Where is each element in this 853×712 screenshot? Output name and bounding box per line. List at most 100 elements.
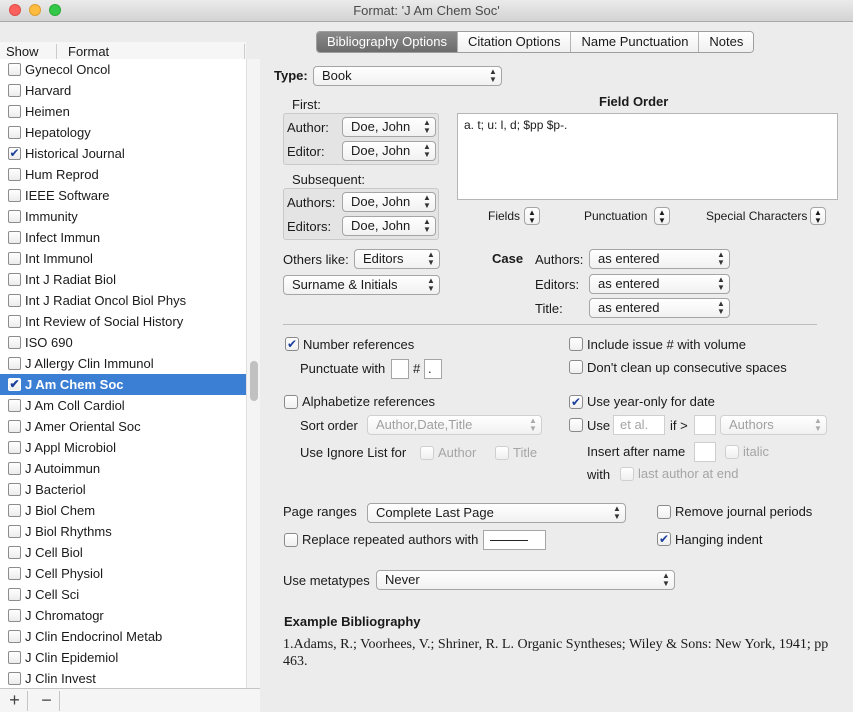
- include-issue-checkbox[interactable]: [569, 337, 583, 351]
- special-characters-dropdown[interactable]: ▲ ▼: [810, 207, 826, 225]
- insert-after-name-field[interactable]: [694, 442, 716, 462]
- remove-format-button[interactable]: −: [34, 691, 60, 711]
- show-format-checkbox[interactable]: [8, 189, 21, 202]
- show-format-checkbox[interactable]: [8, 525, 21, 538]
- show-format-checkbox[interactable]: [8, 630, 21, 643]
- show-format-checkbox[interactable]: [8, 105, 21, 118]
- show-format-checkbox[interactable]: [8, 315, 21, 328]
- list-item[interactable]: J Clin Endocrinol Metab: [0, 626, 246, 647]
- show-format-checkbox[interactable]: [8, 357, 21, 370]
- show-format-checkbox[interactable]: [8, 672, 21, 685]
- show-format-checkbox[interactable]: [8, 420, 21, 433]
- list-item[interactable]: J Appl Microbiol: [0, 437, 246, 458]
- list-item[interactable]: J Cell Biol: [0, 542, 246, 563]
- last-author-checkbox[interactable]: [620, 467, 634, 481]
- list-item[interactable]: Gynecol Oncol: [0, 59, 246, 80]
- list-item[interactable]: Harvard: [0, 80, 246, 101]
- show-format-checkbox[interactable]: [8, 273, 21, 286]
- show-format-checkbox[interactable]: [8, 546, 21, 559]
- scrollbar-thumb[interactable]: [250, 361, 258, 401]
- first-author-select[interactable]: Doe, John ▲ ▼: [342, 117, 436, 137]
- use-et-al-checkbox[interactable]: [569, 418, 583, 432]
- zoom-window-button[interactable]: [49, 4, 61, 16]
- if-greater-field[interactable]: [694, 415, 716, 435]
- et-al-authors-select[interactable]: Authors ▲ ▼: [720, 415, 827, 435]
- type-select[interactable]: Book ▲ ▼: [313, 66, 502, 86]
- dont-clean-spaces-checkbox[interactable]: [569, 360, 583, 374]
- column-header-format[interactable]: Format: [68, 44, 109, 59]
- fields-dropdown[interactable]: ▲ ▼: [524, 207, 540, 225]
- tab-notes[interactable]: Notes: [699, 32, 754, 52]
- show-format-checkbox[interactable]: [8, 462, 21, 475]
- list-item[interactable]: ISO 690: [0, 332, 246, 353]
- name-format-select[interactable]: Surname & Initials ▲ ▼: [283, 275, 440, 295]
- minimize-window-button[interactable]: [29, 4, 41, 16]
- list-item[interactable]: J Bacteriol: [0, 479, 246, 500]
- add-format-button[interactable]: +: [2, 691, 28, 711]
- punctuate-before-field[interactable]: [391, 359, 409, 379]
- sort-order-select[interactable]: Author,Date,Title ▲ ▼: [367, 415, 542, 435]
- show-format-checkbox[interactable]: [8, 504, 21, 517]
- ignore-title-checkbox[interactable]: [495, 446, 509, 460]
- show-format-checkbox[interactable]: [8, 210, 21, 223]
- replace-repeated-authors-field[interactable]: [483, 530, 546, 550]
- tab-name-punctuation[interactable]: Name Punctuation: [571, 32, 700, 52]
- list-item[interactable]: Int Review of Social History: [0, 311, 246, 332]
- show-format-checkbox[interactable]: ✔: [8, 378, 21, 391]
- list-item[interactable]: J Autoimmun: [0, 458, 246, 479]
- show-format-checkbox[interactable]: [8, 441, 21, 454]
- page-ranges-select[interactable]: Complete Last Page ▲ ▼: [367, 503, 626, 523]
- show-format-checkbox[interactable]: [8, 294, 21, 307]
- list-item[interactable]: J Clin Invest: [0, 668, 246, 689]
- close-window-button[interactable]: [9, 4, 21, 16]
- punctuation-dropdown[interactable]: ▲ ▼: [654, 207, 670, 225]
- alphabetize-checkbox[interactable]: [284, 395, 298, 409]
- et-al-field[interactable]: et al.: [613, 415, 665, 435]
- list-item[interactable]: Int Immunol: [0, 248, 246, 269]
- show-format-checkbox[interactable]: [8, 231, 21, 244]
- subsequent-editors-select[interactable]: Doe, John ▲ ▼: [342, 216, 436, 236]
- hanging-indent-checkbox[interactable]: ✔: [657, 532, 671, 546]
- others-like-select[interactable]: Editors ▲ ▼: [354, 249, 440, 269]
- use-metatypes-select[interactable]: Never ▲ ▼: [376, 570, 675, 590]
- punctuate-after-field[interactable]: .: [424, 359, 442, 379]
- remove-journal-periods-checkbox[interactable]: [657, 505, 671, 519]
- list-item[interactable]: IEEE Software: [0, 185, 246, 206]
- list-item[interactable]: ✔ J Am Chem Soc: [0, 374, 246, 395]
- list-item[interactable]: Immunity: [0, 206, 246, 227]
- list-item[interactable]: Int J Radiat Biol: [0, 269, 246, 290]
- list-item[interactable]: Hepatology: [0, 122, 246, 143]
- year-only-checkbox[interactable]: ✔: [569, 395, 583, 409]
- first-editor-select[interactable]: Doe, John ▲ ▼: [342, 141, 436, 161]
- ignore-author-checkbox[interactable]: [420, 446, 434, 460]
- list-item[interactable]: J Amer Oriental Soc: [0, 416, 246, 437]
- show-format-checkbox[interactable]: [8, 252, 21, 265]
- show-format-checkbox[interactable]: ✔: [8, 147, 21, 160]
- list-item[interactable]: Hum Reprod: [0, 164, 246, 185]
- show-format-checkbox[interactable]: [8, 399, 21, 412]
- number-references-checkbox[interactable]: ✔: [285, 337, 299, 351]
- list-item[interactable]: Infect Immun: [0, 227, 246, 248]
- replace-repeated-authors-checkbox[interactable]: [284, 533, 298, 547]
- italic-checkbox[interactable]: [725, 445, 739, 459]
- list-item[interactable]: J Biol Rhythms: [0, 521, 246, 542]
- field-order-textarea[interactable]: a. t; u: l, d; $pp $p-.: [457, 113, 838, 200]
- case-authors-select[interactable]: as entered ▲ ▼: [589, 249, 730, 269]
- show-format-checkbox[interactable]: [8, 168, 21, 181]
- case-editors-select[interactable]: as entered ▲ ▼: [589, 274, 730, 294]
- list-item[interactable]: J Allergy Clin Immunol: [0, 353, 246, 374]
- list-item[interactable]: J Cell Physiol: [0, 563, 246, 584]
- show-format-checkbox[interactable]: [8, 651, 21, 664]
- show-format-checkbox[interactable]: [8, 84, 21, 97]
- case-title-select[interactable]: as entered ▲ ▼: [589, 298, 730, 318]
- show-format-checkbox[interactable]: [8, 336, 21, 349]
- tab-bibliography-options[interactable]: Bibliography Options: [317, 32, 458, 52]
- list-item[interactable]: J Cell Sci: [0, 584, 246, 605]
- show-format-checkbox[interactable]: [8, 483, 21, 496]
- list-item[interactable]: ✔ Historical Journal: [0, 143, 246, 164]
- list-item[interactable]: J Am Coll Cardiol: [0, 395, 246, 416]
- list-item[interactable]: Int J Radiat Oncol Biol Phys: [0, 290, 246, 311]
- format-list-scrollbar[interactable]: [246, 59, 260, 689]
- subsequent-authors-select[interactable]: Doe, John ▲ ▼: [342, 192, 436, 212]
- column-header-show[interactable]: Show: [6, 44, 39, 59]
